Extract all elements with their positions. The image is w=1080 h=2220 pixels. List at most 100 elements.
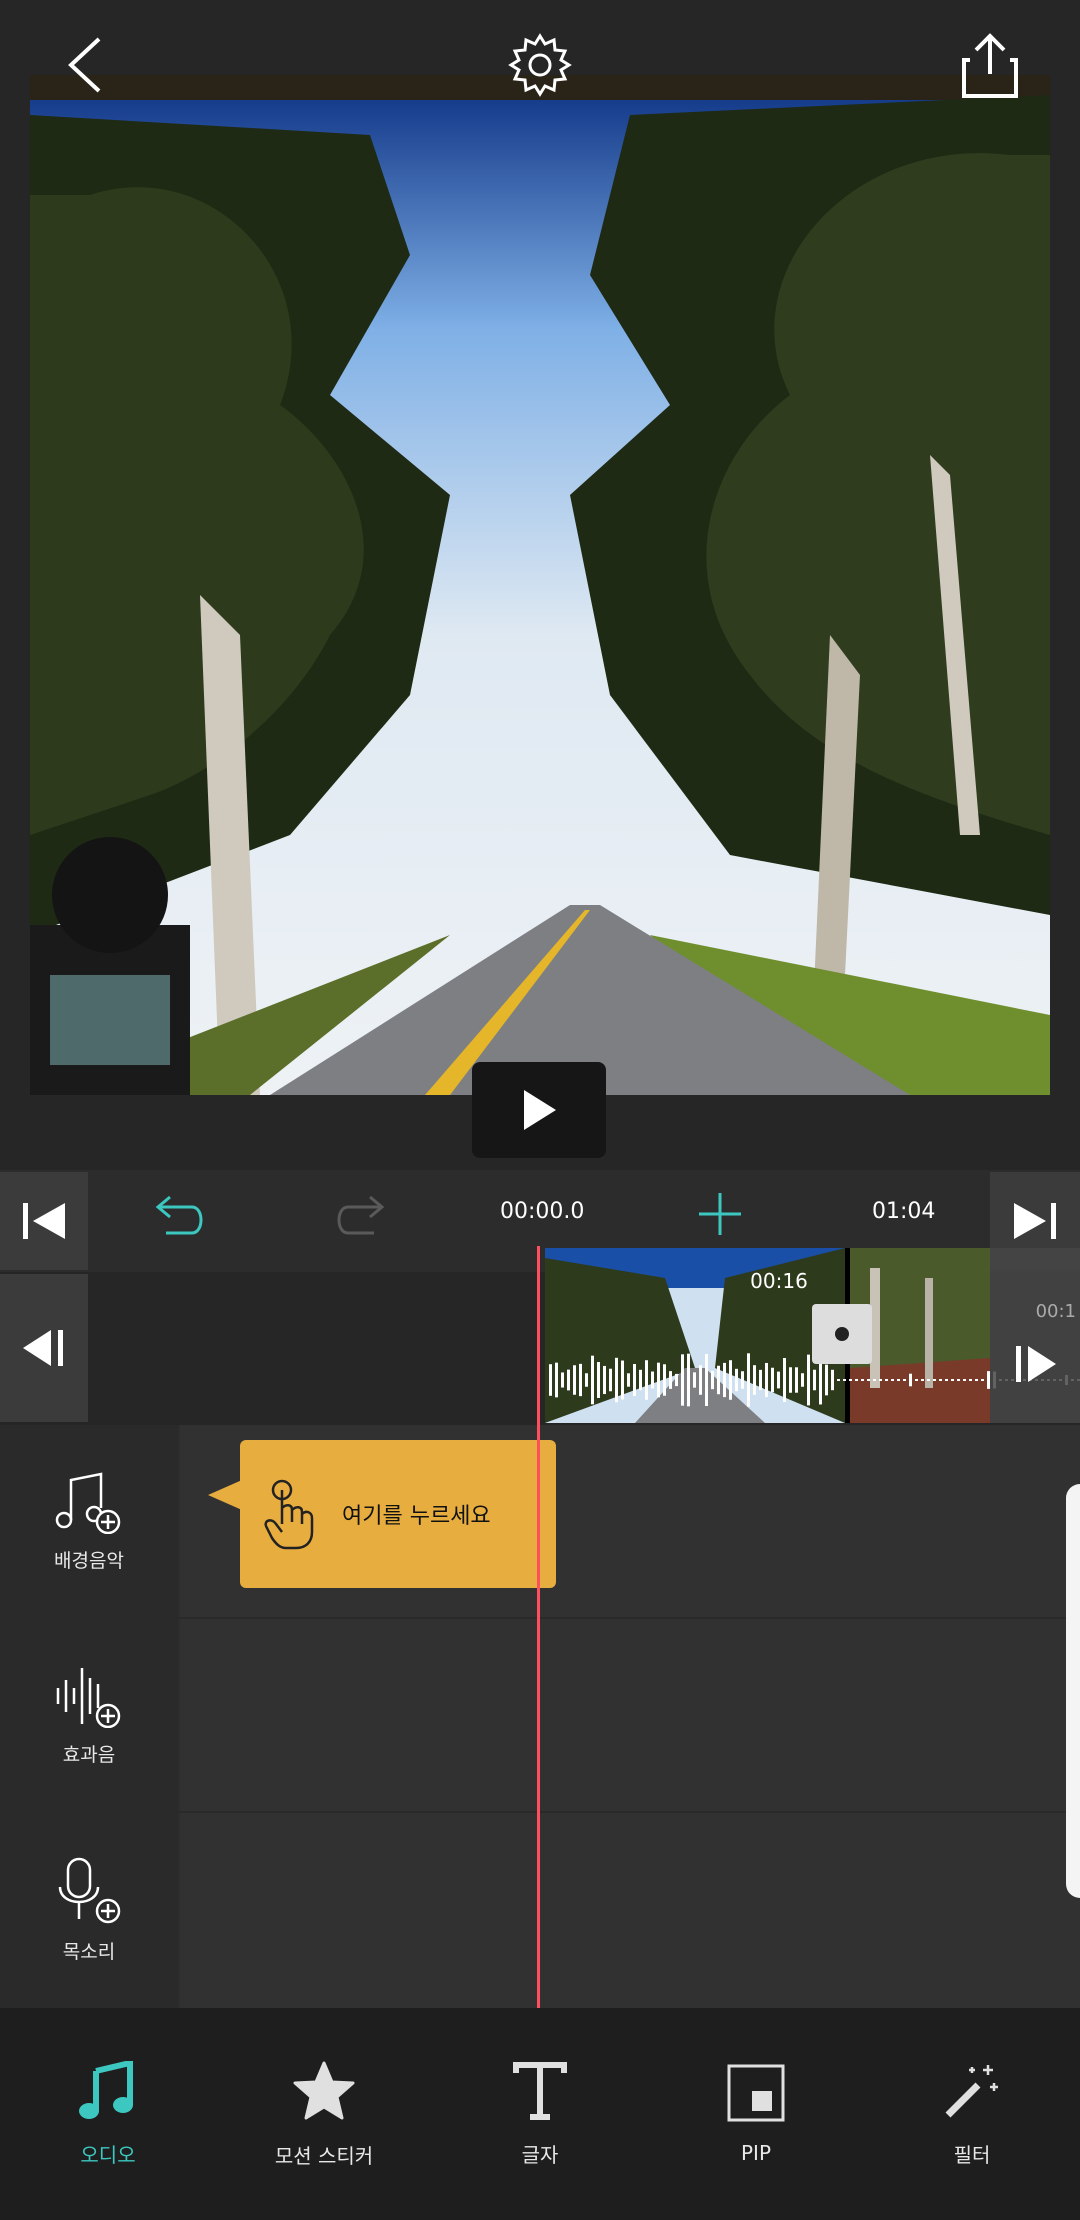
add-sound-effect-button[interactable]: 효과음 [0,1619,178,1811]
waveform-bar [927,1379,930,1381]
waveform-bar [921,1379,924,1381]
waveform-bar [669,1371,672,1389]
track-label: 효과음 [62,1743,116,1766]
tab-label: 글자 [521,2142,559,2167]
voice-lane[interactable] [180,1813,1080,2008]
waveform-bar [729,1360,732,1400]
waveform-bar [627,1373,630,1387]
share-button[interactable] [935,10,1045,120]
waveform-bar [957,1379,960,1381]
skip-end-icon [1014,1203,1056,1239]
waveform-bar [855,1379,858,1381]
waveform-bar [897,1379,900,1381]
transition-dot-icon [835,1327,849,1341]
share-icon [962,33,1018,98]
waveform-bar [759,1369,762,1391]
tap-here-tooltip[interactable]: 여기를 누르세요 [240,1440,556,1588]
waveform-bar [555,1362,558,1398]
back-button[interactable] [30,10,140,120]
plus-icon [699,1193,741,1235]
waveform-bar [699,1365,702,1395]
waveform-bar [801,1373,804,1387]
gear-icon [508,33,572,97]
current-time: 00:00.0 [500,1199,585,1224]
waveform-bar [651,1371,654,1389]
total-time: 01:04 [872,1199,936,1224]
waveform-bar [633,1364,636,1396]
waveform-bar [939,1379,942,1381]
add-background-music-button[interactable]: 배경음악 [0,1425,178,1617]
tab-label: 필터 [953,2142,991,2167]
tab-motion-sticker[interactable]: 모션 스티커 [216,2008,432,2220]
skip-start-icon [23,1203,65,1239]
transition-button[interactable] [812,1304,872,1364]
waveform-bar [879,1379,882,1381]
waveform-bar [597,1362,600,1398]
waveform-bar [885,1379,888,1381]
tab-label: 오디오 [80,2142,136,2167]
add-voice-button[interactable]: 목소리 [0,1813,178,2008]
waveform-bar [945,1379,948,1381]
waveform-bar [603,1365,606,1395]
tab-audio[interactable]: 오디오 [0,2008,216,2220]
sound-effect-lane[interactable] [180,1619,1080,1811]
undo-button[interactable] [148,1180,214,1252]
waveform-bar [813,1369,816,1391]
music-note-icon [79,2060,133,2119]
play-icon [524,1090,556,1130]
waveform-bar [951,1379,954,1381]
next-frame-button[interactable]: 00:1 [990,1248,1080,1423]
waveform-bar [777,1371,780,1389]
waveform-bar [621,1360,624,1400]
waveform-bar [903,1379,906,1381]
waveform-bar [573,1365,576,1395]
waveform-bar [585,1373,588,1387]
waveform-bar [909,1373,912,1387]
waveform-bar [849,1379,852,1381]
play-button[interactable] [472,1062,606,1158]
sound-effect-add-icon [56,1667,121,1728]
redo-icon [337,1195,385,1235]
chevron-left-icon [68,37,101,93]
waveform-bar [915,1379,918,1381]
waveform-bar [561,1372,564,1388]
tab-text[interactable]: 글자 [432,2008,648,2220]
waveform-bar [675,1373,678,1387]
waveform-bar [687,1353,690,1407]
text-icon [513,2061,567,2120]
add-clip-button[interactable] [690,1184,750,1244]
tab-pip[interactable]: PIP [648,2008,864,2220]
pip-icon [727,2064,785,2122]
microphone-add-icon [58,1857,121,1924]
waveform-bar [783,1357,786,1403]
waveform-bar [933,1379,936,1381]
video-frame [30,75,1050,1095]
waveform-bar [807,1354,810,1406]
jump-to-start-button[interactable] [0,1172,88,1270]
redo-button[interactable] [326,1180,392,1252]
waveform-bar [981,1379,984,1381]
waveform-bar [657,1362,660,1398]
tab-label: PIP [740,2141,772,2165]
waveform-bar [765,1362,768,1398]
magic-wand-icon [945,2064,998,2117]
waveform-bar [867,1379,870,1381]
waveform-bar [747,1353,750,1407]
waveform-bar [771,1367,774,1393]
waveform-bar [645,1360,648,1400]
waveform-bar [963,1379,966,1381]
tab-filter[interactable]: 필터 [864,2008,1080,2220]
waveform-bar [975,1379,978,1381]
waveform-bar [567,1369,570,1391]
step-back-icon [23,1330,63,1366]
side-panel-handle[interactable] [1066,1484,1080,1898]
previous-frame-button[interactable] [0,1274,88,1422]
waveform-bar [861,1379,864,1381]
waveform-bar [843,1379,846,1381]
waveform-bar [663,1364,666,1396]
clip-duration: 00:16 [750,1269,808,1293]
playhead[interactable] [537,1246,540,2008]
undo-icon [155,1195,203,1235]
track-label: 목소리 [62,1941,116,1963]
settings-button[interactable] [485,10,595,120]
